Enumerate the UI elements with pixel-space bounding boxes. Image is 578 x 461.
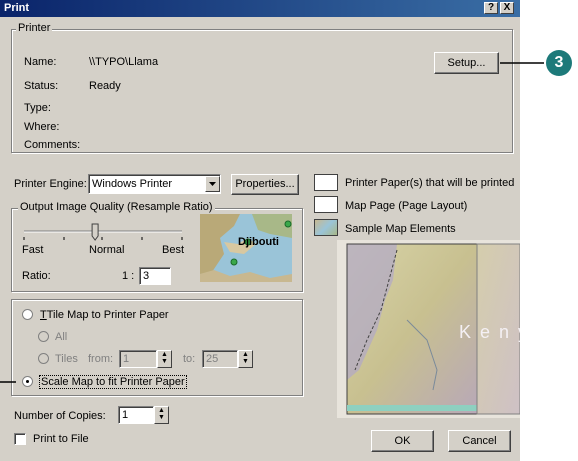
- callout-overlay: [0, 62, 544, 383]
- callout-badge: 3: [546, 50, 572, 76]
